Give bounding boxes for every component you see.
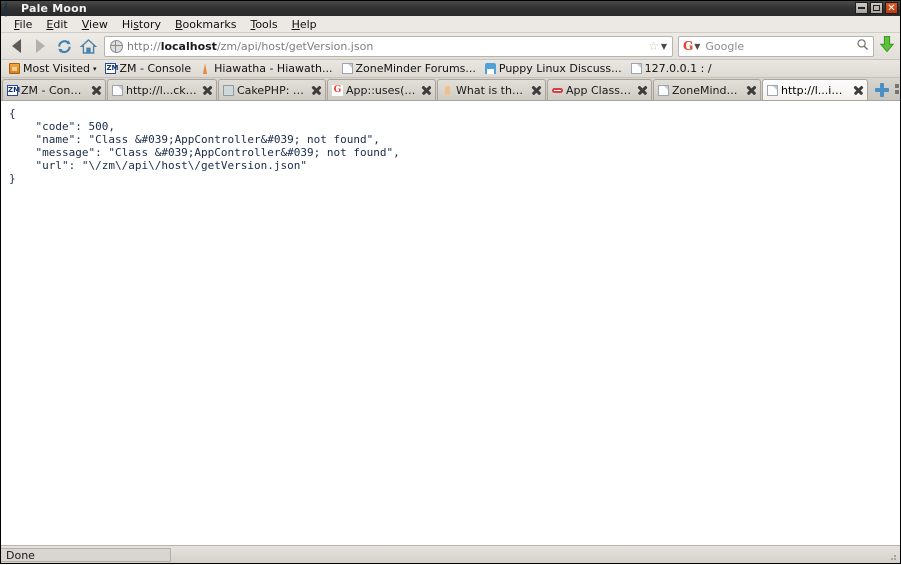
tab-label: http://l...ion.json [781, 83, 849, 97]
tab-getversion-json[interactable]: http://l...ion.json [762, 79, 868, 100]
bookmark-most-visited[interactable]: Most Visited ▾ [5, 61, 100, 76]
document-favicon [341, 63, 353, 74]
tab-close-icon[interactable] [310, 84, 323, 97]
document-favicon [767, 84, 778, 96]
tab-bar: ZM ZM - Console http://l...ck.json CakeP… [1, 78, 900, 101]
tab-close-icon[interactable] [201, 84, 214, 97]
tab-cakephp[interactable]: CakePHP: the ... [218, 79, 326, 100]
tab-zoneminder-forums[interactable]: ZoneMinder F... [653, 79, 761, 100]
puppy-favicon [484, 63, 496, 74]
resize-grip[interactable] [886, 550, 898, 562]
menu-history[interactable]: History [115, 18, 168, 31]
tab-label: http://l...ck.json [126, 83, 198, 97]
bookmark-zm-console[interactable]: ZM ZM - Console [101, 61, 195, 76]
tab-zm-console[interactable]: ZM ZM - Console [2, 79, 106, 100]
tab-label: ZM - Console [21, 83, 87, 97]
title-bar: Pale Moon ✕ [1, 1, 900, 17]
new-tab-button[interactable] [872, 81, 892, 99]
bookmark-label: Most Visited [23, 62, 90, 75]
cake-class-favicon [552, 85, 563, 96]
tab-label: ZoneMinder F... [672, 83, 742, 97]
tab-close-icon[interactable] [420, 84, 433, 97]
bookmark-label: ZM - Console [119, 62, 192, 75]
back-arrow-icon[interactable] [6, 35, 27, 57]
search-input[interactable]: Google [705, 40, 856, 53]
tab-app-class[interactable]: App Class - 2.x [547, 79, 652, 100]
window-title: Pale Moon [21, 2, 87, 15]
status-bar: Done [1, 545, 900, 563]
chevron-down-icon[interactable]: ▾ [93, 65, 97, 73]
tab-close-icon[interactable] [636, 84, 649, 97]
magnifier-icon[interactable] [856, 38, 869, 54]
menu-file[interactable]: FFileile [7, 18, 39, 31]
address-bar[interactable]: http://localhost/zm/api/host/getVersion.… [104, 35, 673, 57]
palemoon-logo-icon [5, 2, 16, 17]
json-response-body: { "code": 500, "name": "Class &#039;AppC… [9, 107, 400, 185]
page-content: { "code": 500, "name": "Class &#039;AppC… [1, 101, 900, 545]
list-all-tabs-icon[interactable] [895, 84, 900, 98]
cakephp-favicon [223, 84, 234, 96]
menu-bookmarks[interactable]: Bookmarks [168, 18, 243, 31]
menu-view[interactable]: View [75, 18, 115, 31]
reload-icon[interactable] [54, 35, 75, 57]
tab-close-icon[interactable] [852, 84, 865, 97]
bookmark-zoneminder-forums[interactable]: ZoneMinder Forums... [338, 61, 480, 76]
maximize-button[interactable] [870, 2, 883, 14]
bookmark-star-icon[interactable]: ☆ [648, 39, 659, 53]
search-engine-dropdown-icon[interactable]: ▼ [694, 42, 700, 51]
menu-bar: FFileile Edit View History Bookmarks Too… [1, 16, 900, 33]
tab-what-is-the-p[interactable]: What is the p... [437, 79, 546, 100]
bookmark-label: 127.0.0.1 : / [644, 62, 712, 75]
bookmark-localhost-root[interactable]: 127.0.0.1 : / [627, 61, 716, 76]
address-bar-text: http://localhost/zm/api/host/getVersion.… [127, 39, 374, 53]
search-bar[interactable]: G ▼ Google [678, 35, 874, 57]
stackoverflow-favicon [442, 85, 453, 96]
tab-close-icon[interactable] [530, 84, 543, 97]
tab-app-uses[interactable]: G App::uses('Ap... [327, 79, 436, 100]
page-identity-icon [110, 39, 123, 53]
bookmark-label: Puppy Linux Discuss... [498, 62, 622, 75]
zm-favicon: ZM [7, 84, 21, 96]
status-text: Done [1, 547, 171, 562]
hiawatha-favicon [200, 63, 211, 74]
tab-close-icon[interactable] [745, 84, 758, 97]
tab-close-icon[interactable] [90, 84, 103, 97]
document-favicon [630, 63, 642, 74]
folder-icon [9, 63, 20, 74]
tab-label: CakePHP: the ... [237, 83, 307, 97]
menu-tools[interactable]: Tools [243, 18, 284, 31]
menu-help[interactable]: Help [285, 18, 324, 31]
navigation-toolbar: http://localhost/zm/api/host/getVersion.… [1, 33, 900, 60]
bookmark-puppy-linux[interactable]: Puppy Linux Discuss... [481, 61, 626, 76]
home-icon[interactable] [78, 35, 99, 57]
tab-label: App::uses('Ap... [346, 83, 417, 97]
browser-window: Pale Moon ✕ FFileile Edit View History B… [0, 0, 901, 564]
address-dropdown-icon[interactable]: ▼ [661, 42, 667, 51]
document-favicon [658, 84, 669, 96]
document-favicon [112, 84, 123, 96]
tab-block-json[interactable]: http://l...ck.json [107, 79, 217, 100]
menu-edit[interactable]: Edit [39, 18, 74, 31]
tab-label: App Class - 2.x [566, 83, 633, 97]
forward-arrow-icon[interactable] [30, 35, 51, 57]
bookmarks-toolbar: Most Visited ▾ ZM ZM - Console Hiawatha … [1, 60, 900, 78]
close-button[interactable]: ✕ [885, 2, 898, 14]
bookmark-label: Hiawatha - Hiawath... [214, 62, 333, 75]
tab-label: What is the p... [456, 83, 527, 97]
minimize-button[interactable] [855, 2, 868, 14]
google-g-icon: G [332, 84, 343, 96]
bookmark-hiawatha[interactable]: Hiawatha - Hiawath... [196, 61, 336, 76]
bookmark-label: ZoneMinder Forums... [355, 62, 476, 75]
window-controls: ✕ [855, 2, 898, 14]
google-g-icon: G [683, 39, 694, 53]
zm-favicon: ZM [105, 63, 119, 74]
download-arrow-icon[interactable] [879, 35, 895, 57]
